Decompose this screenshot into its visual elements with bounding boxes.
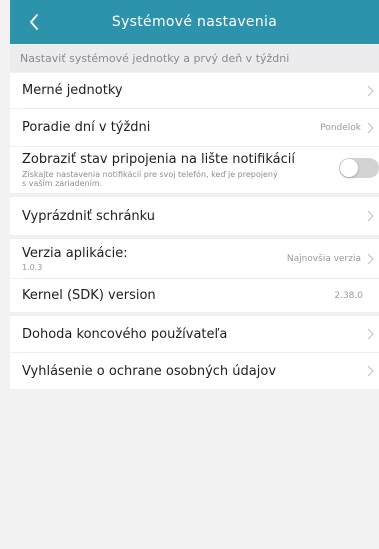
notification-status-row: Zobraziť stav pripojenia na lište notifi…	[10, 147, 379, 193]
privacy-label: Vyhlásenie o ochrane osobných údajov	[22, 363, 277, 379]
kernel-version-row: Kernel (SDK) version 2.38.0	[10, 279, 379, 312]
section-caption: Nastaviť systémové jednotky a prvý deň v…	[10, 45, 379, 72]
chevron-right-icon	[365, 364, 375, 378]
notification-status-toggle[interactable]	[339, 158, 379, 178]
privacy-row[interactable]: Vyhlásenie o ochrane osobných údajov	[10, 353, 379, 389]
chevron-right-icon	[365, 209, 375, 223]
week-order-label: Poradie dní v týždni	[22, 120, 151, 135]
kernel-version-label: Kernel (SDK) version	[22, 288, 156, 303]
app-version-status: Najnovšia verzia	[286, 253, 361, 264]
units-row[interactable]: Merné jednotky	[10, 73, 379, 108]
page-title: Systémové nastavenia	[111, 14, 278, 30]
eula-label: Dohoda koncového používateľa	[22, 326, 228, 342]
back-button[interactable]	[22, 10, 46, 34]
chevron-right-icon	[365, 84, 375, 98]
chevron-right-icon	[365, 252, 375, 266]
app-version-text: Verzia aplikácie: 1.0.3	[22, 246, 287, 272]
clear-cache-label: Vyprázdniť schránku	[22, 208, 156, 224]
notification-status-desc-1: Získajte nastavenia notifikácií pre svoj…	[22, 170, 278, 179]
app-version-label: Verzia aplikácie:	[22, 245, 128, 261]
title-bar: Systémové nastavenia	[10, 0, 379, 44]
week-order-row[interactable]: Poradie dní v týždni Pondelok	[10, 109, 379, 146]
app-version-number: 1.0.3	[22, 262, 43, 272]
kernel-version-value: 2.38.0	[334, 290, 363, 301]
clear-cache-row[interactable]: Vyprázdniť schránku	[10, 197, 379, 235]
eula-row[interactable]: Dohoda koncového používateľa	[10, 316, 379, 352]
notification-status-label: Zobraziť stav pripojenia na lište notifi…	[22, 152, 296, 167]
chevron-right-icon	[365, 121, 375, 135]
chevron-left-icon	[30, 14, 38, 30]
units-label: Merné jednotky	[22, 83, 123, 98]
toggle-knob	[340, 159, 358, 177]
app-version-row[interactable]: Verzia aplikácie: 1.0.3 Najnovšia verzia	[10, 239, 379, 278]
chevron-right-icon	[365, 327, 375, 341]
notification-status-desc-2: s vaším zariadením.	[22, 179, 103, 188]
week-order-value: Pondelok	[320, 122, 361, 133]
